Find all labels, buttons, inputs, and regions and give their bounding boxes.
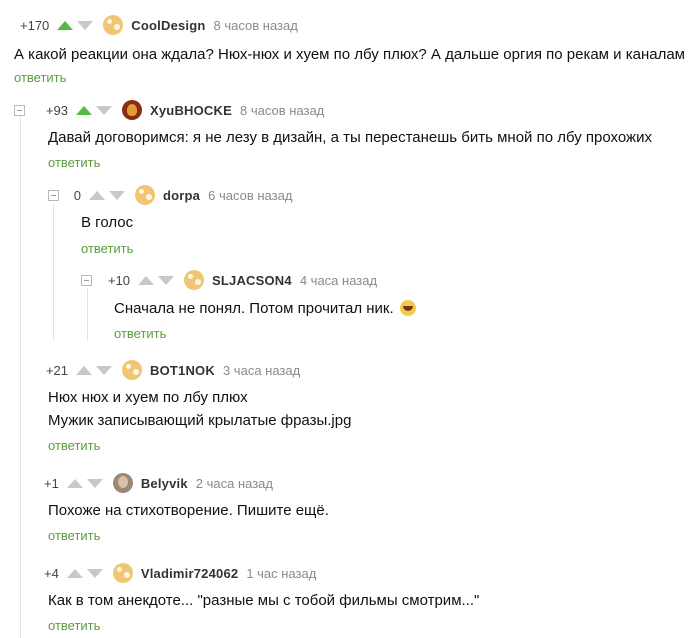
thread-line xyxy=(20,116,21,638)
comment-time: 4 часа назад xyxy=(299,272,378,288)
avatar[interactable] xyxy=(135,185,155,205)
laughing-emoji-icon xyxy=(399,300,416,316)
comment-rating: +170 xyxy=(20,17,50,33)
avatar[interactable] xyxy=(112,473,133,493)
comment-rating: +10 xyxy=(107,272,130,288)
upvote-icon[interactable] xyxy=(66,568,83,578)
comment-header: +170 CoolDesign 8 часов назад xyxy=(20,14,298,36)
comment-time: 3 часа назад xyxy=(222,362,301,378)
reply-link[interactable]: ответить xyxy=(48,618,100,633)
comment-time: 1 час назад xyxy=(246,565,317,581)
vote-controls xyxy=(57,20,94,30)
downvote-icon[interactable] xyxy=(96,365,112,375)
avatar[interactable] xyxy=(112,563,133,583)
vote-controls xyxy=(89,190,125,200)
comment-header: +1 Belyvik 2 часа назад xyxy=(44,472,273,494)
thread-line xyxy=(87,288,88,340)
comment-username[interactable]: SLJACSON4 xyxy=(212,273,292,288)
comment-rating: +93 xyxy=(45,102,68,118)
comment-header: +21 BOT1NOK 3 часа назад xyxy=(44,359,300,381)
comment-rating: +21 xyxy=(45,362,68,378)
comment-header: 0 dorpa 6 часов назад xyxy=(57,184,292,206)
upvote-icon[interactable] xyxy=(76,105,92,115)
comment-text: А какой реакции она ждала? Нюх-нюх и хуе… xyxy=(14,46,685,63)
avatar[interactable] xyxy=(184,270,204,290)
comment-username[interactable]: CoolDesign xyxy=(131,18,205,33)
comment-rating: 0 xyxy=(73,187,81,203)
comment-rating: +1 xyxy=(44,475,59,491)
downvote-icon[interactable] xyxy=(158,275,174,285)
comment-time: 8 часов назад xyxy=(239,102,325,118)
upvote-icon[interactable] xyxy=(89,190,105,200)
downvote-icon[interactable] xyxy=(86,568,103,578)
comment-text: Как в том анекдоте... "разные мы с тобой… xyxy=(48,592,480,609)
downvote-icon[interactable] xyxy=(77,20,94,30)
comment-time: 2 часа назад xyxy=(195,475,273,491)
thread-line xyxy=(53,203,54,340)
avatar[interactable] xyxy=(103,15,124,35)
downvote-icon[interactable] xyxy=(86,478,103,488)
downvote-icon[interactable] xyxy=(109,190,125,200)
comment-rating: +4 xyxy=(44,565,59,581)
upvote-icon[interactable] xyxy=(57,20,74,30)
reply-link[interactable]: ответить xyxy=(81,241,133,256)
comment-text-line: Мужик записывающий крылатые фразы.jpg xyxy=(48,412,352,429)
reply-link[interactable]: ответить xyxy=(48,438,100,453)
comment-time: 8 часов назад xyxy=(213,17,298,33)
comment-username[interactable]: dorpa xyxy=(163,188,200,203)
comment-text: Похоже на стихотворение. Пишите ещё. xyxy=(48,502,329,519)
comment-text: Давай договоримся: я не лезу в дизайн, а… xyxy=(48,129,652,146)
comment-text: В голос xyxy=(81,214,134,231)
comment-header: +93 XyuBHOCKE 8 часов назад xyxy=(44,99,324,121)
reply-link[interactable]: ответить xyxy=(48,155,100,170)
reply-link[interactable]: ответить xyxy=(48,528,100,543)
comment-text-line: Нюх нюх и хуем по лбу плюх xyxy=(48,389,248,406)
vote-controls xyxy=(76,365,112,375)
vote-controls xyxy=(66,568,103,578)
comment-header: +4 Vladimir724062 1 час назад xyxy=(44,562,316,584)
avatar[interactable] xyxy=(122,100,142,120)
comment-text: Сначала не понял. Потом прочитал ник. xyxy=(114,297,416,321)
upvote-icon[interactable] xyxy=(66,478,83,488)
comment-username[interactable]: Vladimir724062 xyxy=(141,566,238,581)
collapse-thread-icon[interactable] xyxy=(14,105,25,116)
upvote-icon[interactable] xyxy=(76,365,92,375)
downvote-icon[interactable] xyxy=(96,105,112,115)
reply-link[interactable]: ответить xyxy=(114,326,166,341)
avatar[interactable] xyxy=(122,360,142,380)
comment-username[interactable]: Belyvik xyxy=(141,476,188,491)
comment-username[interactable]: XyuBHOCKE xyxy=(150,103,232,118)
comment-time: 6 часов назад xyxy=(208,187,293,203)
reply-link[interactable]: ответить xyxy=(14,70,66,85)
collapse-thread-icon[interactable] xyxy=(81,275,92,286)
comment-header: +10 SLJACSON4 4 часа назад xyxy=(106,269,377,291)
vote-controls xyxy=(138,275,174,285)
vote-controls xyxy=(76,105,112,115)
vote-controls xyxy=(66,478,103,488)
upvote-icon[interactable] xyxy=(138,275,154,285)
comment-username[interactable]: BOT1NOK xyxy=(150,363,215,378)
comment-text-content: Сначала не понял. Потом прочитал ник. xyxy=(114,300,394,317)
